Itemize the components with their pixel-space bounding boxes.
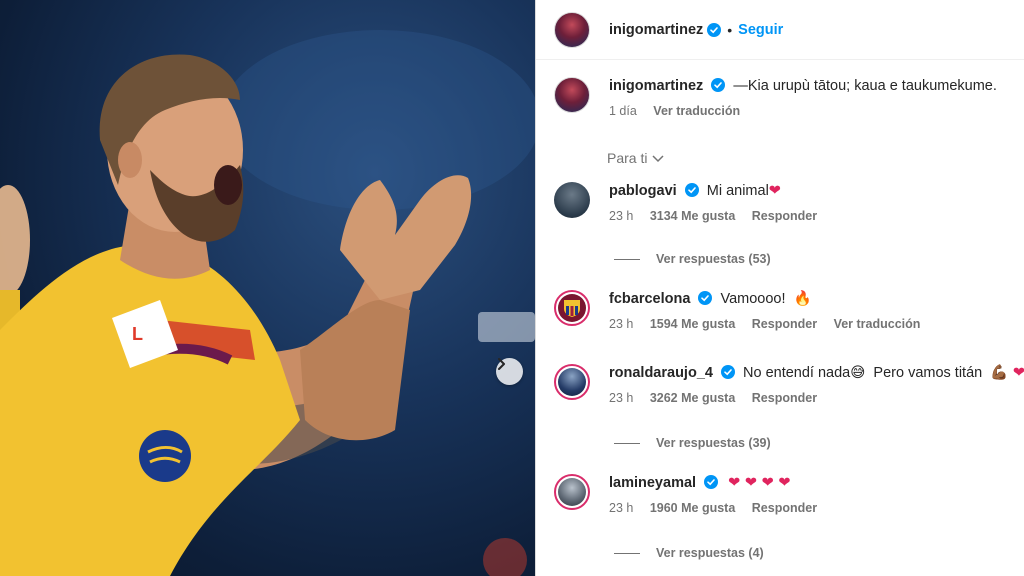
comment-text: Vamoooo! [720, 291, 786, 307]
comment-time: 23 h [609, 209, 634, 223]
comment-username[interactable]: lamineyamal [609, 475, 696, 491]
comment: pablogavi Mi animal❤ 23 h 3134 Me gusta … [554, 182, 830, 223]
verified-badge-icon [707, 22, 722, 37]
chevron-right-icon [498, 358, 505, 370]
reply-button[interactable]: Responder [752, 317, 817, 331]
comment-text-2: Pero vamos titán [873, 365, 983, 381]
sweat-smile-emoji: 😅 [850, 365, 866, 381]
translate-link[interactable]: Ver traducción [834, 317, 921, 331]
follow-button[interactable]: Seguir [738, 22, 783, 38]
svg-text:L: L [132, 324, 143, 344]
comment-likes[interactable]: 1960 Me gusta [650, 501, 735, 515]
verified-badge-icon [711, 78, 726, 92]
comment-text: Mi animal [706, 183, 769, 199]
verified-badge-icon [720, 365, 735, 379]
comment-time: 23 h [609, 317, 634, 331]
comment-username[interactable]: pablogavi [609, 183, 677, 199]
avatar[interactable] [554, 364, 590, 400]
comment-time: 23 h [609, 501, 634, 515]
author-username[interactable]: inigomartinez [609, 22, 703, 38]
comment-username[interactable]: fcbarcelona [609, 291, 690, 307]
caption-text: —Kia urupù tātou; kaua e taukumekume. [733, 78, 997, 94]
translate-link[interactable]: Ver traducción [653, 104, 740, 118]
sort-dropdown[interactable]: Para ti [607, 150, 665, 166]
avatar[interactable] [554, 182, 590, 218]
reply-button[interactable]: Responder [752, 391, 817, 405]
separator-dot: • [727, 21, 733, 38]
view-replies-button[interactable]: Ver respuestas (53) [614, 252, 771, 266]
chevron-down-icon [652, 155, 664, 163]
avatar[interactable] [554, 77, 590, 113]
comment-likes[interactable]: 3134 Me gusta [650, 209, 735, 223]
avatar-image [558, 478, 586, 506]
comment: fcbarcelona Vamoooo! 🔥 23 h 1594 Me gust… [554, 290, 933, 331]
verified-badge-icon [704, 475, 719, 489]
divider [614, 442, 640, 444]
caption-time: 1 día [609, 104, 637, 118]
comment: ronaldaraujo_4 No entendí nada😅 Pero vam… [554, 364, 1024, 405]
post-header: inigomartinez • Seguir [536, 0, 1024, 60]
verified-badge-icon [698, 291, 713, 305]
reply-button[interactable]: Responder [752, 501, 817, 515]
caption: inigomartinez —Kia urupù tātou; kaua e t… [554, 77, 997, 118]
comment-likes[interactable]: 3262 Me gusta [650, 391, 735, 405]
comment: lamineyamal ❤ ❤ ❤ ❤ 23 h 1960 Me gusta R… [554, 474, 830, 515]
verified-badge-icon [684, 183, 699, 197]
fire-emoji: 🔥 [793, 291, 812, 307]
view-replies-label: Ver respuestas (4) [656, 546, 764, 560]
muscle-heart-emoji: 💪🏾 ❤ [990, 365, 1024, 381]
comment-likes[interactable]: 1594 Me gusta [650, 317, 735, 331]
comment-time: 23 h [609, 391, 634, 405]
heart-emojis: ❤ ❤ ❤ ❤ [728, 475, 791, 491]
comments-panel: inigomartinez • Seguir inigomartinez —Ki… [535, 0, 1024, 576]
avatar[interactable] [554, 474, 590, 510]
caption-username[interactable]: inigomartinez [609, 78, 703, 94]
reply-button[interactable]: Responder [752, 209, 817, 223]
avatar[interactable] [554, 11, 590, 48]
avatar-image [558, 368, 586, 396]
divider [614, 258, 640, 260]
view-replies-label: Ver respuestas (39) [656, 436, 771, 450]
comment-text: No entendí nada [743, 365, 851, 381]
fcb-crest-icon [558, 294, 586, 322]
next-photo-button[interactable] [496, 358, 523, 385]
post-photo: L [0, 0, 535, 576]
avatar[interactable] [554, 290, 590, 326]
sort-label: Para ti [607, 150, 648, 166]
player-photo-illustration: L [0, 30, 535, 576]
comment-username[interactable]: ronaldaraujo_4 [609, 365, 713, 381]
view-replies-label: Ver respuestas (53) [656, 252, 771, 266]
view-replies-button[interactable]: Ver respuestas (4) [614, 546, 764, 560]
divider [614, 552, 640, 554]
view-replies-button[interactable]: Ver respuestas (39) [614, 436, 771, 450]
heart-emoji: ❤ [768, 183, 781, 199]
